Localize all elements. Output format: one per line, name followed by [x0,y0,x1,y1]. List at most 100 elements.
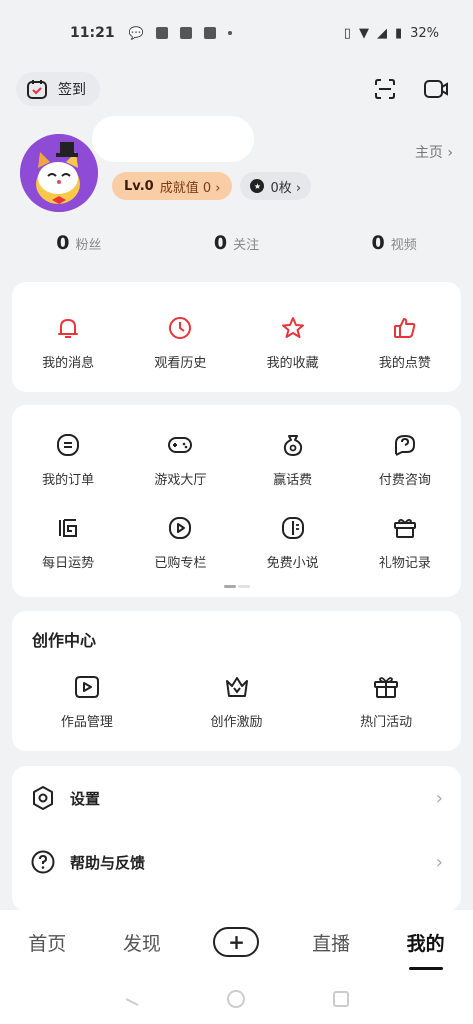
service-label: 游戏大厅 [154,473,207,488]
level-text: Lv.0 [124,178,154,194]
top-actions [373,77,449,101]
system-nav-bar [0,974,473,1024]
video-camera-icon[interactable] [423,78,449,100]
chat-icon: 💬 [128,26,144,40]
coins-badge[interactable]: ★ 0枚 › [240,172,312,200]
creation-label: 创作激励 [210,715,263,730]
service-label: 礼物记录 [378,556,431,571]
menu-card: 设置 › 帮助与反馈 › [12,766,461,911]
creation-center-card: 创作中心 作品管理 创作激励 热门活动 [12,611,461,751]
quick-messages[interactable]: 我的消息 [12,314,124,371]
service-win-credit[interactable]: 赢话费 [237,431,349,488]
avatar[interactable] [20,134,98,212]
app-icon [179,27,192,39]
username-redacted [92,116,254,162]
wifi-icon: ▼ [358,25,369,41]
level-badge[interactable]: Lv.0 成就值 0 › [112,172,233,200]
service-games[interactable]: 游戏大厅 [124,431,236,488]
page-indicator [12,585,461,588]
achievement-text: 成就值 0 › [159,180,221,196]
service-fortune[interactable]: 每日运势 [12,514,124,571]
creation-events[interactable]: 热门活动 [311,673,461,730]
back-icon[interactable] [122,989,142,1009]
tab-me[interactable]: 我的 [378,929,473,956]
quick-history[interactable]: 观看历史 [124,314,236,371]
home-circle-icon[interactable] [226,989,246,1009]
money-bag-icon [279,431,307,459]
service-orders[interactable]: 我的订单 [12,431,124,488]
creation-works[interactable]: 作品管理 [12,673,162,730]
service-label: 每日运势 [42,556,95,571]
stat-label: 粉丝 [75,238,102,253]
coins-text: 0枚 › [270,180,302,196]
status-time: 11:21 [70,25,115,41]
top-bar: 签到 [16,72,457,106]
quick-label: 观看历史 [154,356,207,371]
service-label: 我的订单 [42,473,95,488]
service-gifts[interactable]: 礼物记录 [349,514,461,571]
service-purchased[interactable]: 已购专栏 [124,514,236,571]
creation-label: 热门活动 [360,715,413,730]
fortune-icon [54,514,82,542]
status-bar: 11:21 💬 ▯ ▼ ◢ ▮ 32% [0,0,473,66]
quick-label: 我的收藏 [266,356,319,371]
consult-icon [391,431,419,459]
menu-settings[interactable]: 设置 › [30,780,443,816]
quick-actions-card: 我的消息 观看历史 我的收藏 我的点赞 [12,282,461,392]
stat-num: 0 [371,232,385,254]
notification-icons: 💬 [129,26,232,40]
cat-avatar-icon [20,134,98,212]
vibrate-icon: ▯ [343,25,351,41]
clock-icon [166,314,194,342]
quick-favorites[interactable]: 我的收藏 [237,314,349,371]
gamepad-icon [166,431,194,459]
book-icon [279,514,307,542]
battery-percent: 32% [410,25,439,41]
star-icon [279,314,307,342]
tab-home[interactable]: 首页 [0,929,95,956]
quick-label: 我的点赞 [378,356,431,371]
stat-videos[interactable]: 0 视频 [315,232,473,262]
coin-icon: ★ [250,179,265,193]
order-icon [54,431,82,459]
status-right: ▯ ▼ ◢ ▮ 32% [344,26,439,41]
calendar-check-icon [27,80,47,99]
checkin-button[interactable]: 签到 [16,72,100,106]
stat-followers[interactable]: 0 粉丝 [0,232,158,262]
homepage-link[interactable]: 主页 › [415,142,453,162]
checkin-label: 签到 [58,82,86,98]
tab-discover[interactable]: 发现 [95,929,190,956]
video-play-icon [73,673,101,701]
scan-icon[interactable] [373,77,397,101]
help-icon [31,850,55,874]
creation-title: 创作中心 [32,631,97,650]
services-card: 我的订单 游戏大厅 赢话费 付费咨询 每日运势 已购专栏 免费小说 礼物记录 [12,405,461,597]
shop-icon [155,27,168,39]
signal-icon: ◢ [376,25,387,41]
plus-icon: + [213,927,260,957]
creation-incentive[interactable]: 创作激励 [162,673,312,730]
stat-label: 关注 [233,238,260,253]
stat-following[interactable]: 0 关注 [158,232,316,262]
battery-icon: ▮ [394,25,403,41]
service-label: 免费小说 [266,556,319,571]
tab-create[interactable]: + [189,927,284,957]
stats-row: 0 粉丝 0 关注 0 视频 [0,232,473,262]
bottom-tab-bar: 首页 发现 + 直播 我的 [0,910,473,974]
menu-label: 设置 [70,789,101,808]
chevron-right-icon: › [435,787,443,809]
quick-likes[interactable]: 我的点赞 [349,314,461,371]
recents-icon[interactable] [331,989,351,1009]
menu-help[interactable]: 帮助与反馈 › [30,844,443,880]
service-label: 已购专栏 [154,556,207,571]
quick-label: 我的消息 [42,356,95,371]
service-consult[interactable]: 付费咨询 [349,431,461,488]
gift-icon [391,514,419,542]
thumbs-up-icon [391,314,419,342]
tab-live[interactable]: 直播 [284,929,379,956]
stat-label: 视频 [390,238,417,253]
stat-num: 0 [56,232,70,254]
service-novels[interactable]: 免费小说 [237,514,349,571]
crown-icon [223,673,251,701]
service-label: 付费咨询 [378,473,431,488]
